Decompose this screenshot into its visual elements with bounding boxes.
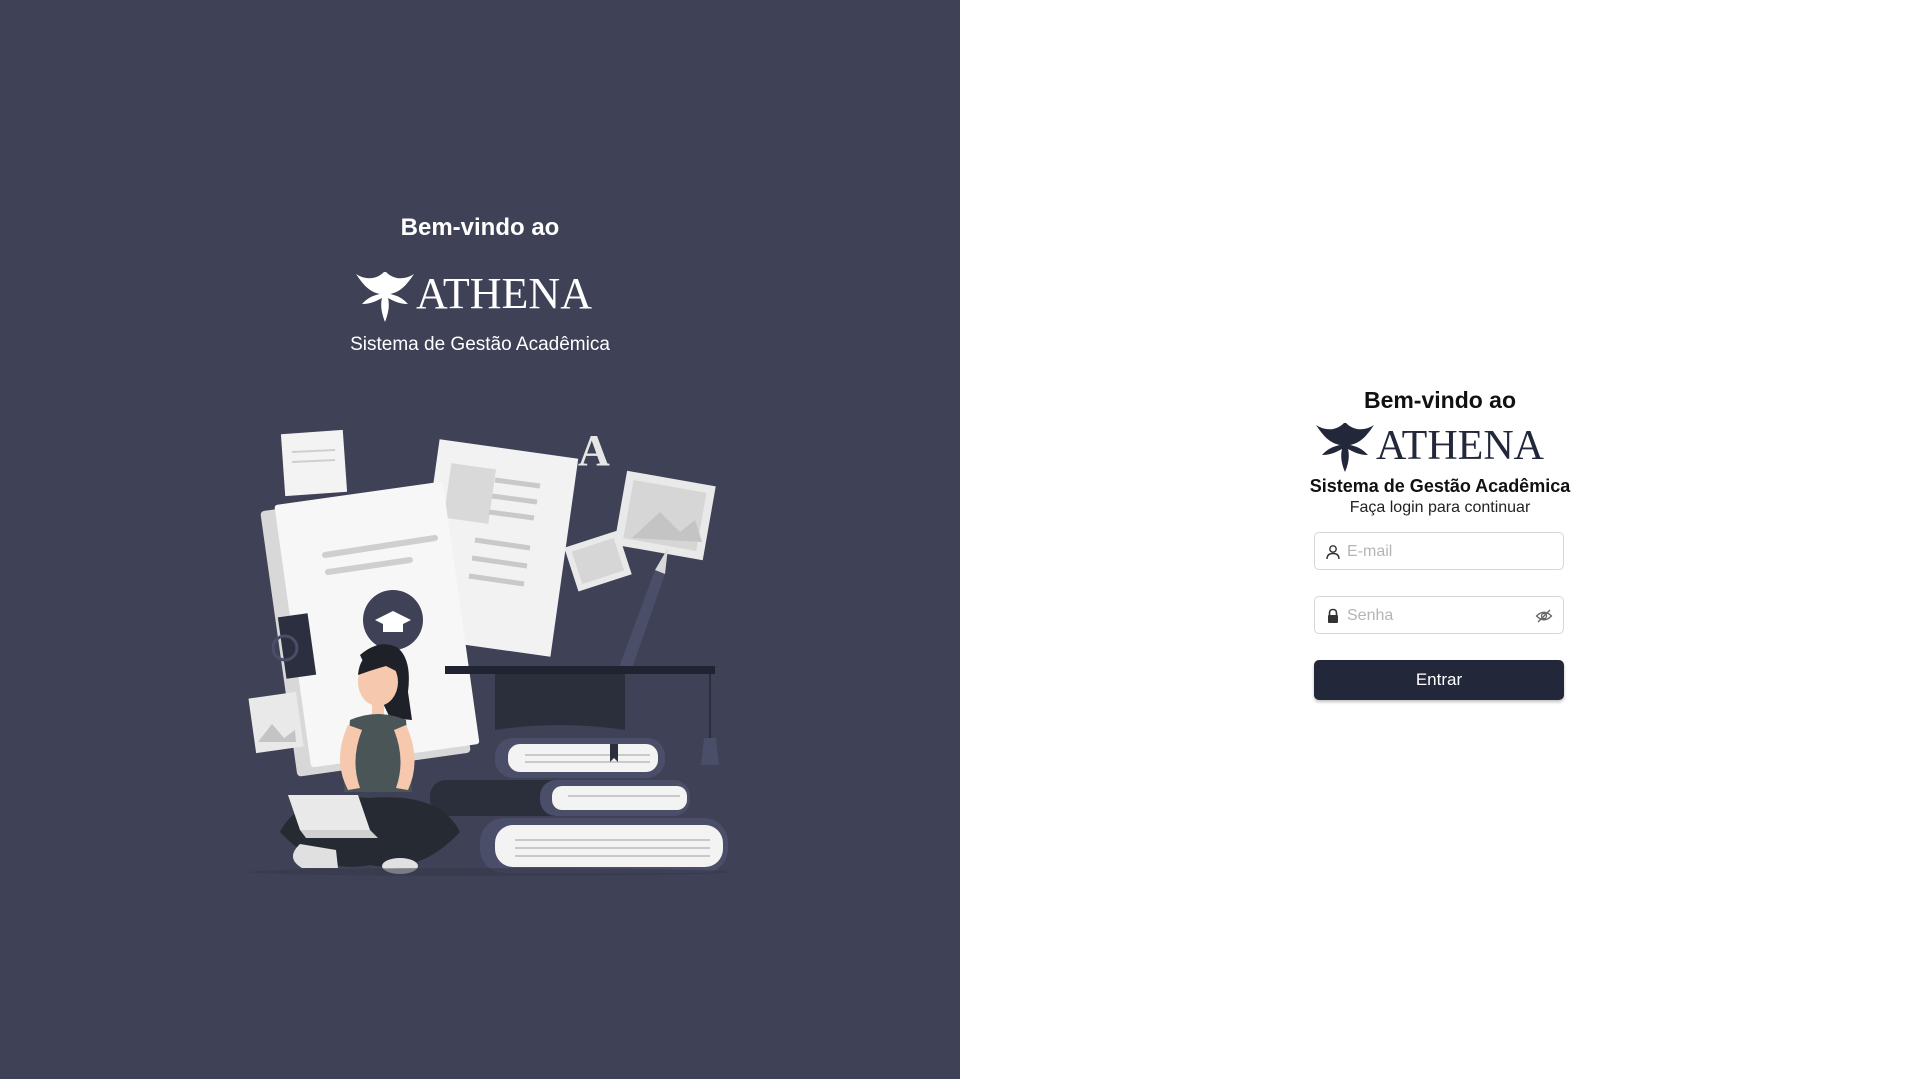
welcome-heading: Bem-vindo ao: [400, 214, 560, 241]
athena-logo: ATHENA: [356, 269, 592, 322]
login-button[interactable]: Entrar: [1314, 660, 1564, 700]
brand-name: ATHENA: [1376, 423, 1545, 469]
login-subtitle: Faça login para continuar: [1349, 499, 1531, 516]
user-icon: [1326, 545, 1340, 560]
phoenix-logo-icon: [356, 272, 414, 322]
picture-card: [248, 691, 304, 754]
system-name: Sistema de Gestão Acadêmica: [350, 334, 610, 355]
eye-slash-icon[interactable]: [1535, 608, 1553, 624]
student-illustration: A: [248, 426, 730, 876]
email-input[interactable]: [1345, 533, 1529, 571]
login-card: Bem-vindo ao ATHENA Sistema de Gestão Ac…: [1300, 385, 1580, 700]
note-paper: [280, 429, 348, 497]
email-field[interactable]: [1314, 532, 1564, 571]
letter-a: A: [578, 426, 610, 475]
password-field[interactable]: [1314, 596, 1564, 635]
lock-icon: [1328, 608, 1338, 623]
system-name: Sistema de Gestão Acadêmica: [1309, 476, 1571, 496]
pencil: [618, 570, 665, 674]
welcome-heading: Bem-vindo ao: [1363, 387, 1517, 413]
graduation-cap: [445, 666, 715, 674]
welcome-panel: Bem-vindo ao ATHENA Sistema de Gestão Ac…: [0, 0, 960, 1079]
phoenix-logo-icon: [1316, 423, 1374, 472]
brand-name: ATHENA: [416, 269, 592, 318]
password-input[interactable]: [1345, 597, 1529, 635]
athena-logo: ATHENA: [1316, 423, 1545, 472]
